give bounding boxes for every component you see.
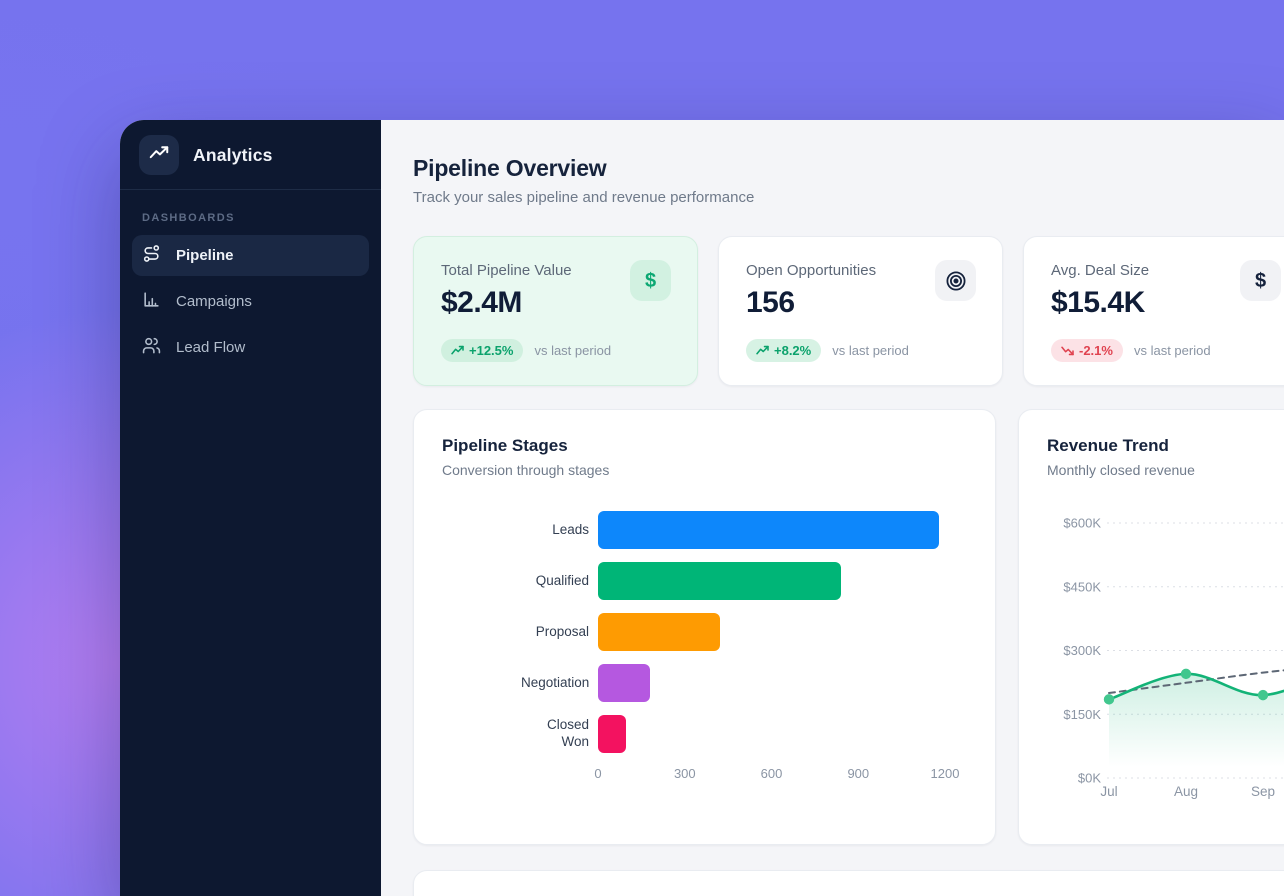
chart-title: Revenue Trend — [1047, 436, 1284, 456]
users-icon — [142, 336, 161, 359]
x-tick-label: 1200 — [931, 766, 960, 781]
app-window: Analytics DASHBOARDS Pipeline Cam — [120, 120, 1284, 896]
app-title: Analytics — [193, 145, 273, 166]
bar — [598, 511, 939, 549]
bar — [598, 613, 720, 651]
chart-subtitle: Monthly closed revenue — [1047, 462, 1284, 478]
sidebar-item-pipeline[interactable]: Pipeline — [132, 235, 369, 276]
sidebar-header: Analytics — [120, 120, 381, 189]
kpi-card-avg-deal-size: Avg. Deal Size $15.4K -2.1% vs last peri… — [1023, 236, 1284, 386]
chart-title: Pipeline Stages — [442, 436, 967, 456]
bar-category-label: Closed Won — [442, 717, 598, 751]
sidebar-section-label: DASHBOARDS — [142, 212, 359, 224]
x-axis: 03006009001200 — [598, 766, 967, 786]
sidebar-nav: DASHBOARDS Pipeline Campaigns — [120, 190, 381, 373]
svg-text:Sep: Sep — [1251, 784, 1275, 799]
x-tick-label: 0 — [594, 766, 601, 781]
pipeline-stages-card: Pipeline Stages Conversion through stage… — [413, 409, 996, 845]
bar-row: Closed Won — [442, 715, 967, 753]
kpi-row: Total Pipeline Value $2.4M +12.5% vs las… — [413, 236, 1284, 386]
bar — [598, 715, 626, 753]
kpi-card-total-pipeline-value: Total Pipeline Value $2.4M +12.5% vs las… — [413, 236, 698, 386]
bar-row: Leads — [442, 511, 967, 549]
pipeline-route-icon — [142, 244, 161, 267]
sidebar-item-label: Pipeline — [176, 247, 234, 264]
dollar-icon: $ — [1240, 260, 1281, 301]
kpi-card-open-opportunities: Open Opportunities 156 +8.2% vs last per… — [718, 236, 1003, 386]
charts-row: Pipeline Stages Conversion through stage… — [413, 409, 1284, 845]
svg-text:$0K: $0K — [1078, 771, 1101, 786]
bar-chart-icon — [142, 290, 161, 313]
revenue-trend-card: Revenue Trend Monthly closed revenue $0K… — [1018, 409, 1284, 845]
bar-row: Qualified — [442, 562, 967, 600]
sidebar-item-lead-flow[interactable]: Lead Flow — [132, 327, 369, 368]
sidebar-item-label: Campaigns — [176, 293, 252, 310]
change-badge: +12.5% — [441, 339, 523, 362]
svg-text:Jul: Jul — [1100, 784, 1117, 799]
compare-label: vs last period — [832, 343, 909, 358]
bar-category-label: Qualified — [442, 573, 598, 590]
change-badge: +8.2% — [746, 339, 821, 362]
svg-text:$300K: $300K — [1063, 643, 1101, 658]
bar — [598, 562, 841, 600]
change-badge: -2.1% — [1051, 339, 1123, 362]
trending-down-icon — [1061, 345, 1074, 356]
sidebar-item-label: Lead Flow — [176, 339, 245, 356]
trending-up-icon — [148, 142, 170, 169]
bar-row: Negotiation — [442, 664, 967, 702]
page-title: Pipeline Overview — [413, 155, 1284, 182]
bar — [598, 664, 650, 702]
chart-subtitle: Conversion through stages — [442, 462, 967, 478]
compare-label: vs last period — [534, 343, 611, 358]
trending-up-icon — [451, 345, 464, 356]
page-subtitle: Track your sales pipeline and revenue pe… — [413, 189, 1284, 206]
sidebar: Analytics DASHBOARDS Pipeline Cam — [120, 120, 381, 896]
bar-row: Proposal — [442, 613, 967, 651]
bar-category-label: Proposal — [442, 624, 598, 641]
analytics-logo — [139, 135, 179, 175]
pipeline-stages-bar-chart: Leads Qualified Proposal Negotiation Closed … — [442, 511, 967, 786]
main-content: Pipeline Overview Track your sales pipel… — [381, 120, 1284, 896]
x-tick-label: 600 — [761, 766, 783, 781]
compare-label: vs last period — [1134, 343, 1211, 358]
x-tick-label: 900 — [847, 766, 869, 781]
target-icon — [935, 260, 976, 301]
svg-text:$150K: $150K — [1063, 707, 1101, 722]
bar-category-label: Negotiation — [442, 675, 598, 692]
x-tick-label: 300 — [674, 766, 696, 781]
bar-category-label: Leads — [442, 522, 598, 539]
sidebar-item-campaigns[interactable]: Campaigns — [132, 281, 369, 322]
trending-up-icon — [756, 345, 769, 356]
svg-text:Aug: Aug — [1174, 784, 1198, 799]
dollar-icon: $ — [630, 260, 671, 301]
svg-text:$450K: $450K — [1063, 579, 1101, 594]
svg-text:$600K: $600K — [1063, 516, 1101, 531]
bottom-card — [413, 870, 1284, 896]
